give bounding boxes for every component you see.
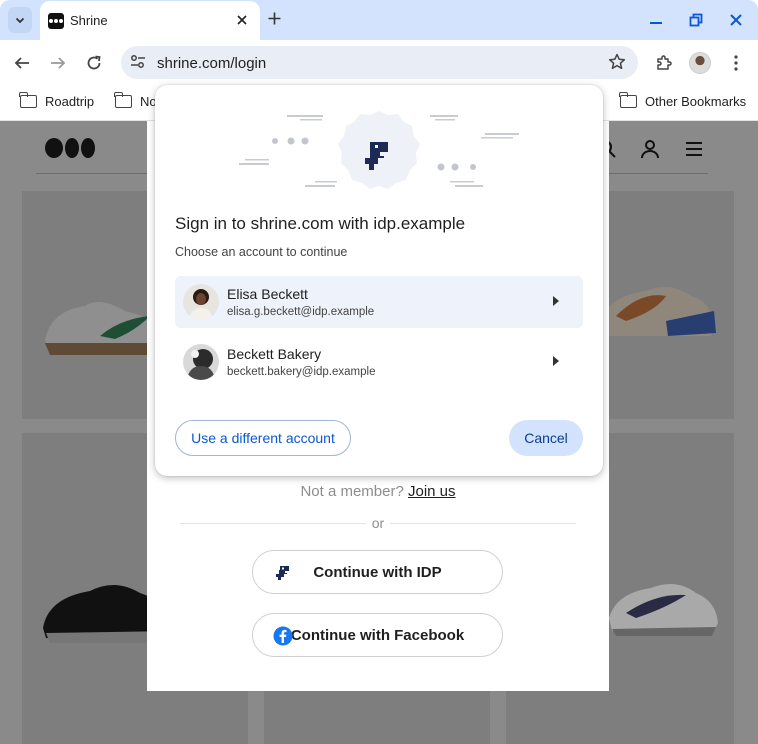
folder-icon (19, 92, 37, 108)
continue-with-facebook-button[interactable]: Continue with Facebook (252, 613, 503, 657)
arrow-right-icon (51, 57, 66, 69)
account-email: elisa.g.beckett@idp.example (227, 306, 375, 318)
minimize-button[interactable] (644, 8, 668, 32)
new-tab-button[interactable] (264, 8, 284, 31)
address-bar[interactable]: shrine.com/login (121, 46, 638, 79)
puzzle-icon (657, 55, 672, 70)
tab-strip: Shrine (0, 0, 758, 40)
reload-button[interactable] (83, 52, 105, 74)
sign-in-dialog: Sign in to shrine.com with idp.example C… (155, 85, 603, 476)
profile-avatar[interactable] (689, 52, 711, 74)
cancel-button[interactable]: Cancel (509, 420, 583, 456)
account-name: Beckett Bakery (227, 346, 322, 362)
account-name: Elisa Beckett (227, 286, 308, 302)
browser-menu-button[interactable] (725, 52, 747, 74)
minimize-icon (650, 22, 662, 24)
tab-shrine[interactable]: Shrine (40, 1, 260, 40)
account-email: beckett.bakery@idp.example (227, 366, 376, 378)
forward-button[interactable] (47, 52, 69, 74)
shrine-logo[interactable] (45, 138, 95, 158)
account-row-elisa-beckett[interactable]: Elisa Beckett elisa.g.beckett@idp.exampl… (175, 276, 583, 328)
not-member-row: Not a member? Join us (147, 483, 609, 500)
tab-search-button[interactable] (8, 7, 32, 33)
bookmark-no[interactable]: No (114, 92, 157, 109)
reload-icon (87, 55, 101, 70)
avatar-photo (183, 344, 219, 380)
plus-icon (268, 12, 280, 25)
dialog-subtitle: Choose an account to continue (175, 245, 348, 259)
bookmark-label: Other Bookmarks (645, 94, 747, 109)
close-window-button[interactable] (724, 8, 748, 32)
restore-icon (689, 13, 703, 27)
restore-button[interactable] (684, 8, 708, 32)
not-member-text: Not a member? (300, 483, 404, 500)
account-row-beckett-bakery[interactable]: Beckett Bakery beckett.bakery@idp.exampl… (175, 336, 583, 388)
idp-dino-icon (276, 566, 289, 580)
close-icon (237, 14, 247, 25)
arrow-left-icon (14, 57, 29, 69)
or-separator: or (147, 515, 609, 531)
facebook-icon (273, 626, 293, 646)
avatar (183, 284, 219, 320)
star-icon[interactable] (607, 52, 627, 72)
tab-close-button[interactable] (234, 12, 250, 30)
back-button[interactable] (11, 52, 33, 74)
chevron-down-icon (15, 17, 25, 24)
folder-icon (114, 92, 132, 108)
idp-hero-illustration (239, 111, 519, 189)
bookmark-other[interactable]: Other Bookmarks (619, 92, 747, 109)
tune-icon[interactable] (129, 53, 147, 71)
avatar-photo (183, 284, 219, 320)
chevron-right-icon (553, 356, 559, 366)
url-text: shrine.com/login (157, 55, 267, 72)
close-icon (730, 14, 742, 26)
use-different-account-button[interactable]: Use a different account (175, 420, 351, 456)
kebab-menu-icon (734, 55, 738, 71)
join-us-link[interactable]: Join us (408, 483, 456, 500)
continue-with-idp-button[interactable]: Continue with IDP (252, 550, 503, 594)
continue-idp-label: Continue with IDP (313, 563, 442, 581)
folder-icon (619, 92, 637, 108)
dialog-title: Sign in to shrine.com with idp.example (175, 214, 466, 233)
continue-facebook-label: Continue with Facebook (290, 626, 465, 644)
bookmark-roadtrip[interactable]: Roadtrip (19, 92, 95, 109)
toolbar: shrine.com/login (0, 40, 758, 85)
shoe-image (598, 287, 716, 336)
account-icon[interactable] (640, 139, 660, 159)
tab-title: Shrine (70, 13, 108, 28)
avatar (183, 344, 219, 380)
shoe-image (609, 584, 718, 636)
chevron-right-icon (553, 296, 559, 306)
or-text: or (365, 515, 391, 531)
browser-window: Shrine shrine.com/login Roadtrip No Othe… (0, 0, 758, 744)
extensions-button[interactable] (653, 52, 675, 74)
shrine-favicon (48, 12, 64, 29)
hamburger-menu-icon[interactable] (684, 139, 704, 159)
bookmark-label: Roadtrip (45, 94, 95, 109)
